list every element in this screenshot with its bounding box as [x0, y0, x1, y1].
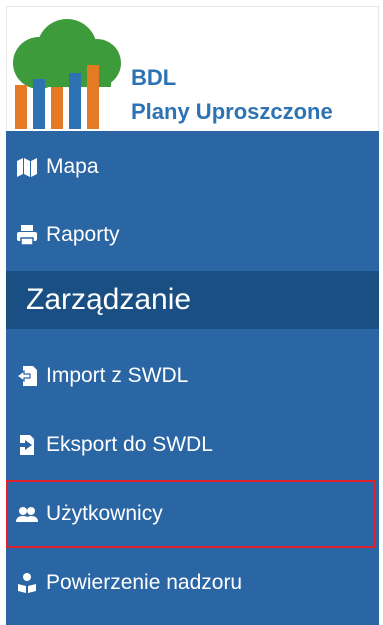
menu-item-label: Raporty: [46, 223, 120, 246]
highlight-frame: [6, 480, 375, 548]
menu-item-powierzenie-nadzoru[interactable]: Powierzenie nadzoru: [6, 549, 379, 617]
menu-item-raporty[interactable]: Raporty: [6, 201, 379, 269]
user-delegate-icon: [16, 572, 38, 594]
menu-item-label: Mapa: [46, 155, 99, 178]
menu-item-import[interactable]: Import z SWDL: [6, 342, 379, 410]
section-title: Zarządzanie: [26, 283, 192, 316]
menu-item-label: Import z SWDL: [46, 364, 189, 387]
section-header-zarzadzanie: Zarządzanie: [6, 271, 379, 329]
menu-item-label: Powierzenie nadzoru: [46, 571, 243, 594]
menu-item-eksport[interactable]: Eksport do SWDL: [6, 411, 379, 479]
menu-item-mapa[interactable]: Mapa: [6, 133, 379, 201]
app-header: BDL Plany Uproszczone: [6, 6, 379, 131]
app-frame: BDL Plany Uproszczone Mapa Raporty Zarzą…: [0, 0, 383, 625]
printer-icon: [16, 224, 38, 246]
sidebar-menu: Mapa Raporty Zarządzanie Import z SWDL E…: [6, 131, 379, 625]
brand-title: BDL: [131, 65, 177, 90]
menu-item-label: Eksport do SWDL: [46, 433, 213, 456]
file-import-icon: [16, 365, 38, 387]
brand-subtitle: Plany Uproszczone: [131, 99, 333, 124]
bdl-logo-icon: [13, 19, 121, 129]
file-export-icon: [16, 434, 38, 456]
map-icon: [16, 156, 38, 178]
